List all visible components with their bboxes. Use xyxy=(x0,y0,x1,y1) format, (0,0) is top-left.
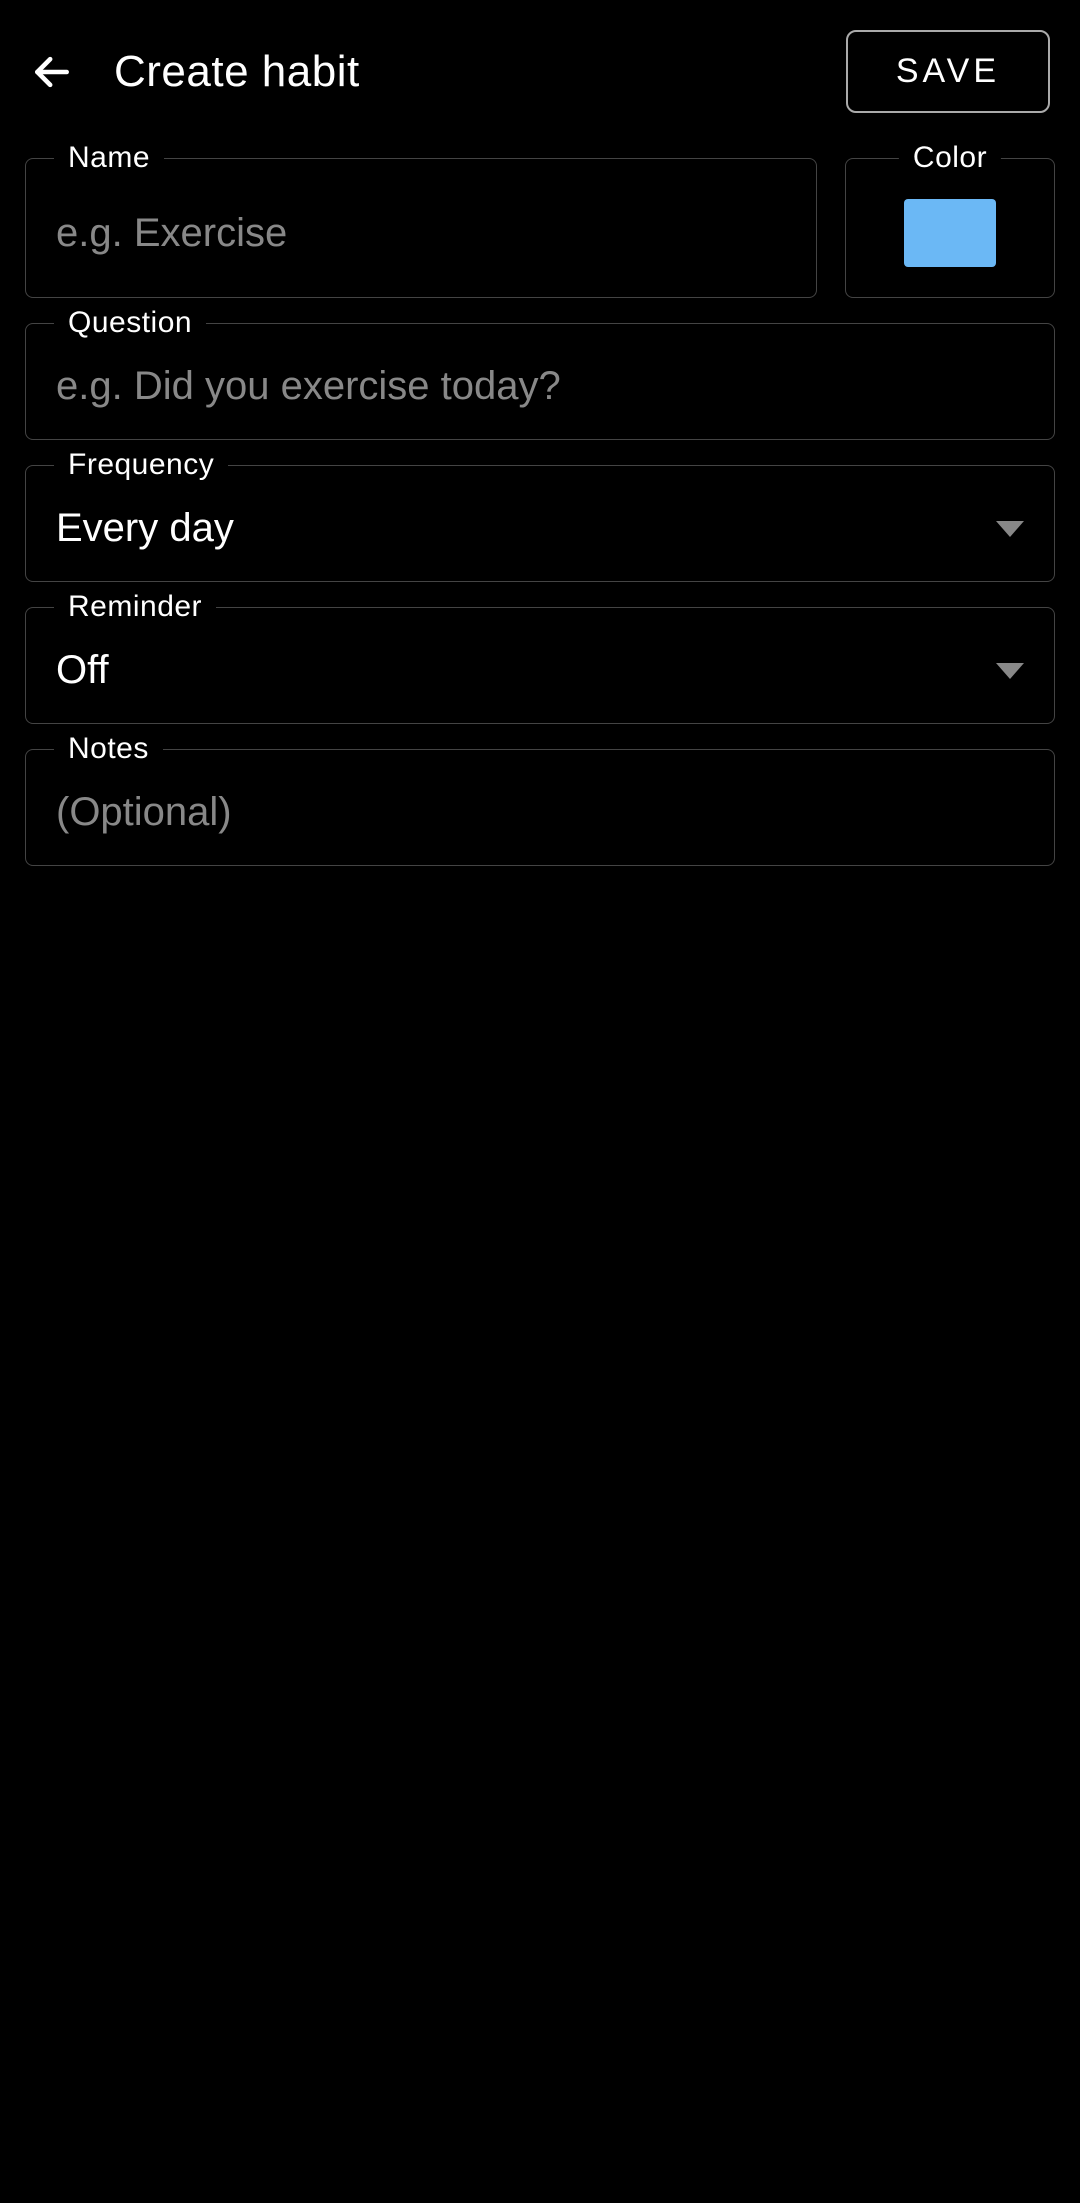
chevron-down-icon xyxy=(996,663,1024,679)
form-container: Name Color Question Frequency Every day … xyxy=(0,143,1080,906)
name-label: Name xyxy=(54,141,164,175)
chevron-down-icon xyxy=(996,521,1024,537)
reminder-value: Off xyxy=(56,648,996,693)
question-label: Question xyxy=(54,306,206,340)
notes-label: Notes xyxy=(54,732,163,766)
color-swatch[interactable] xyxy=(904,199,996,267)
name-input[interactable] xyxy=(56,211,786,256)
name-field[interactable]: Name xyxy=(25,158,817,298)
notes-input[interactable] xyxy=(56,790,1024,835)
back-arrow-icon[interactable] xyxy=(30,50,74,94)
question-input[interactable] xyxy=(56,364,1024,409)
color-label: Color xyxy=(899,141,1001,175)
app-header: Create habit SAVE xyxy=(0,0,1080,143)
reminder-field[interactable]: Reminder Off xyxy=(25,607,1055,724)
reminder-label: Reminder xyxy=(54,590,216,624)
frequency-label: Frequency xyxy=(54,448,228,482)
color-field[interactable]: Color xyxy=(845,158,1055,298)
frequency-value: Every day xyxy=(56,506,996,551)
notes-field[interactable]: Notes xyxy=(25,749,1055,866)
frequency-field[interactable]: Frequency Every day xyxy=(25,465,1055,582)
question-field[interactable]: Question xyxy=(25,323,1055,440)
page-title: Create habit xyxy=(114,47,806,97)
save-button[interactable]: SAVE xyxy=(846,30,1050,113)
